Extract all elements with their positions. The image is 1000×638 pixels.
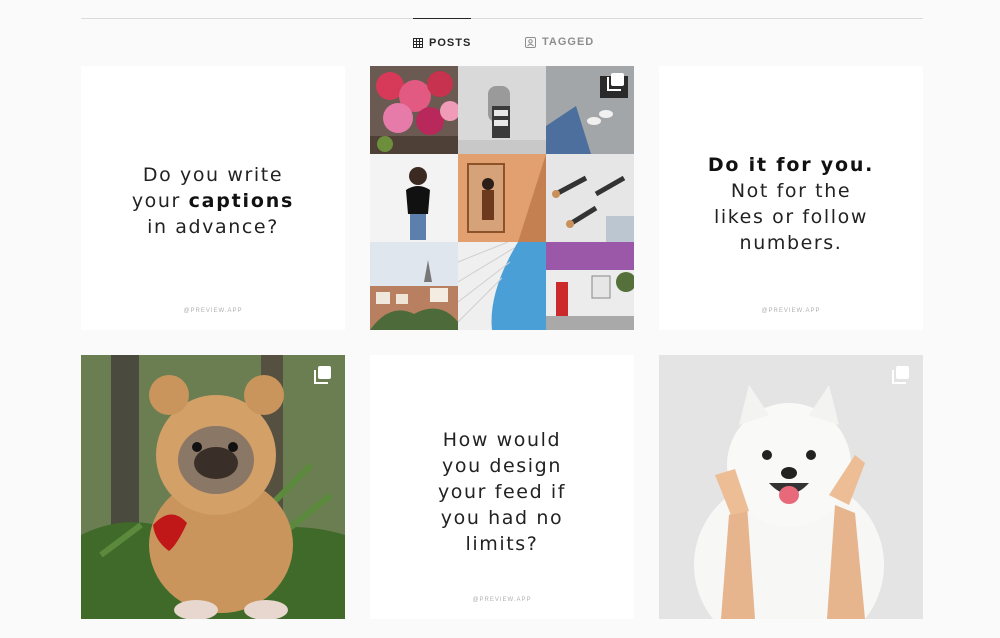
quote-line: likes or follow xyxy=(713,206,869,228)
quote-line: numbers. xyxy=(739,232,843,254)
tab-tagged[interactable]: TAGGED xyxy=(525,18,595,66)
collage-tools-photo xyxy=(546,154,634,242)
quote-line: you had no xyxy=(440,507,564,529)
quote-line: How would xyxy=(442,429,562,451)
tab-posts-label: POSTS xyxy=(429,37,472,49)
collage-flowers-photo xyxy=(370,66,458,154)
tab-tagged-label: TAGGED xyxy=(542,36,595,48)
quote-line: your captions xyxy=(81,188,345,214)
tab-posts[interactable]: POSTS xyxy=(413,18,471,67)
watermark: @PREVIEW.APP xyxy=(183,308,243,314)
post-design-quote[interactable]: How would you design your feed if you ha… xyxy=(370,355,634,619)
quote-bold-word: captions xyxy=(188,190,295,212)
quote-line: your feed if xyxy=(437,481,567,503)
collage-feet-photo xyxy=(546,66,634,154)
samoyed-image xyxy=(659,355,923,619)
post-samoyed-photo[interactable] xyxy=(659,355,923,619)
quote-bold-line: Do it for you. xyxy=(707,154,875,176)
collage-door-photo xyxy=(546,242,634,330)
watermark: @PREVIEW.APP xyxy=(761,308,821,314)
multiple-images-icon xyxy=(604,72,626,94)
post-captions-quote[interactable]: Do you write your captions in advance? @… xyxy=(81,66,345,330)
quote-line: in advance? xyxy=(147,216,279,238)
quote-text: Do you write your captions in advance? xyxy=(81,162,345,240)
tagged-icon xyxy=(525,36,536,48)
profile-tabs: POSTS TAGGED xyxy=(0,18,1000,66)
quote-text: How would you design your feed if you ha… xyxy=(370,427,634,557)
collage-architecture-photo xyxy=(458,242,546,330)
quote-line-part: your xyxy=(131,190,189,212)
quote-line: you design xyxy=(442,455,562,477)
collage-town-photo xyxy=(370,242,458,330)
collage-statue-photo xyxy=(458,66,546,154)
post-dog-costume-photo[interactable] xyxy=(81,355,345,619)
quote-text: Do it for you. Not for the likes or foll… xyxy=(659,152,923,256)
quote-line: Not for the xyxy=(730,180,852,202)
quote-line: Do you write xyxy=(142,164,284,186)
collage-mirror-photo xyxy=(458,154,546,242)
dog-costume-image xyxy=(81,355,345,619)
post-photo-collage[interactable] xyxy=(370,66,634,330)
post-do-it-quote[interactable]: Do it for you. Not for the likes or foll… xyxy=(659,66,923,330)
quote-line: limits? xyxy=(465,533,539,555)
multiple-images-icon xyxy=(889,365,911,387)
collage-woman-photo xyxy=(370,154,458,242)
grid-icon xyxy=(413,38,423,48)
quote-line: Do it for you. xyxy=(659,152,923,178)
multiple-images-icon xyxy=(311,365,333,387)
watermark: @PREVIEW.APP xyxy=(472,597,532,603)
